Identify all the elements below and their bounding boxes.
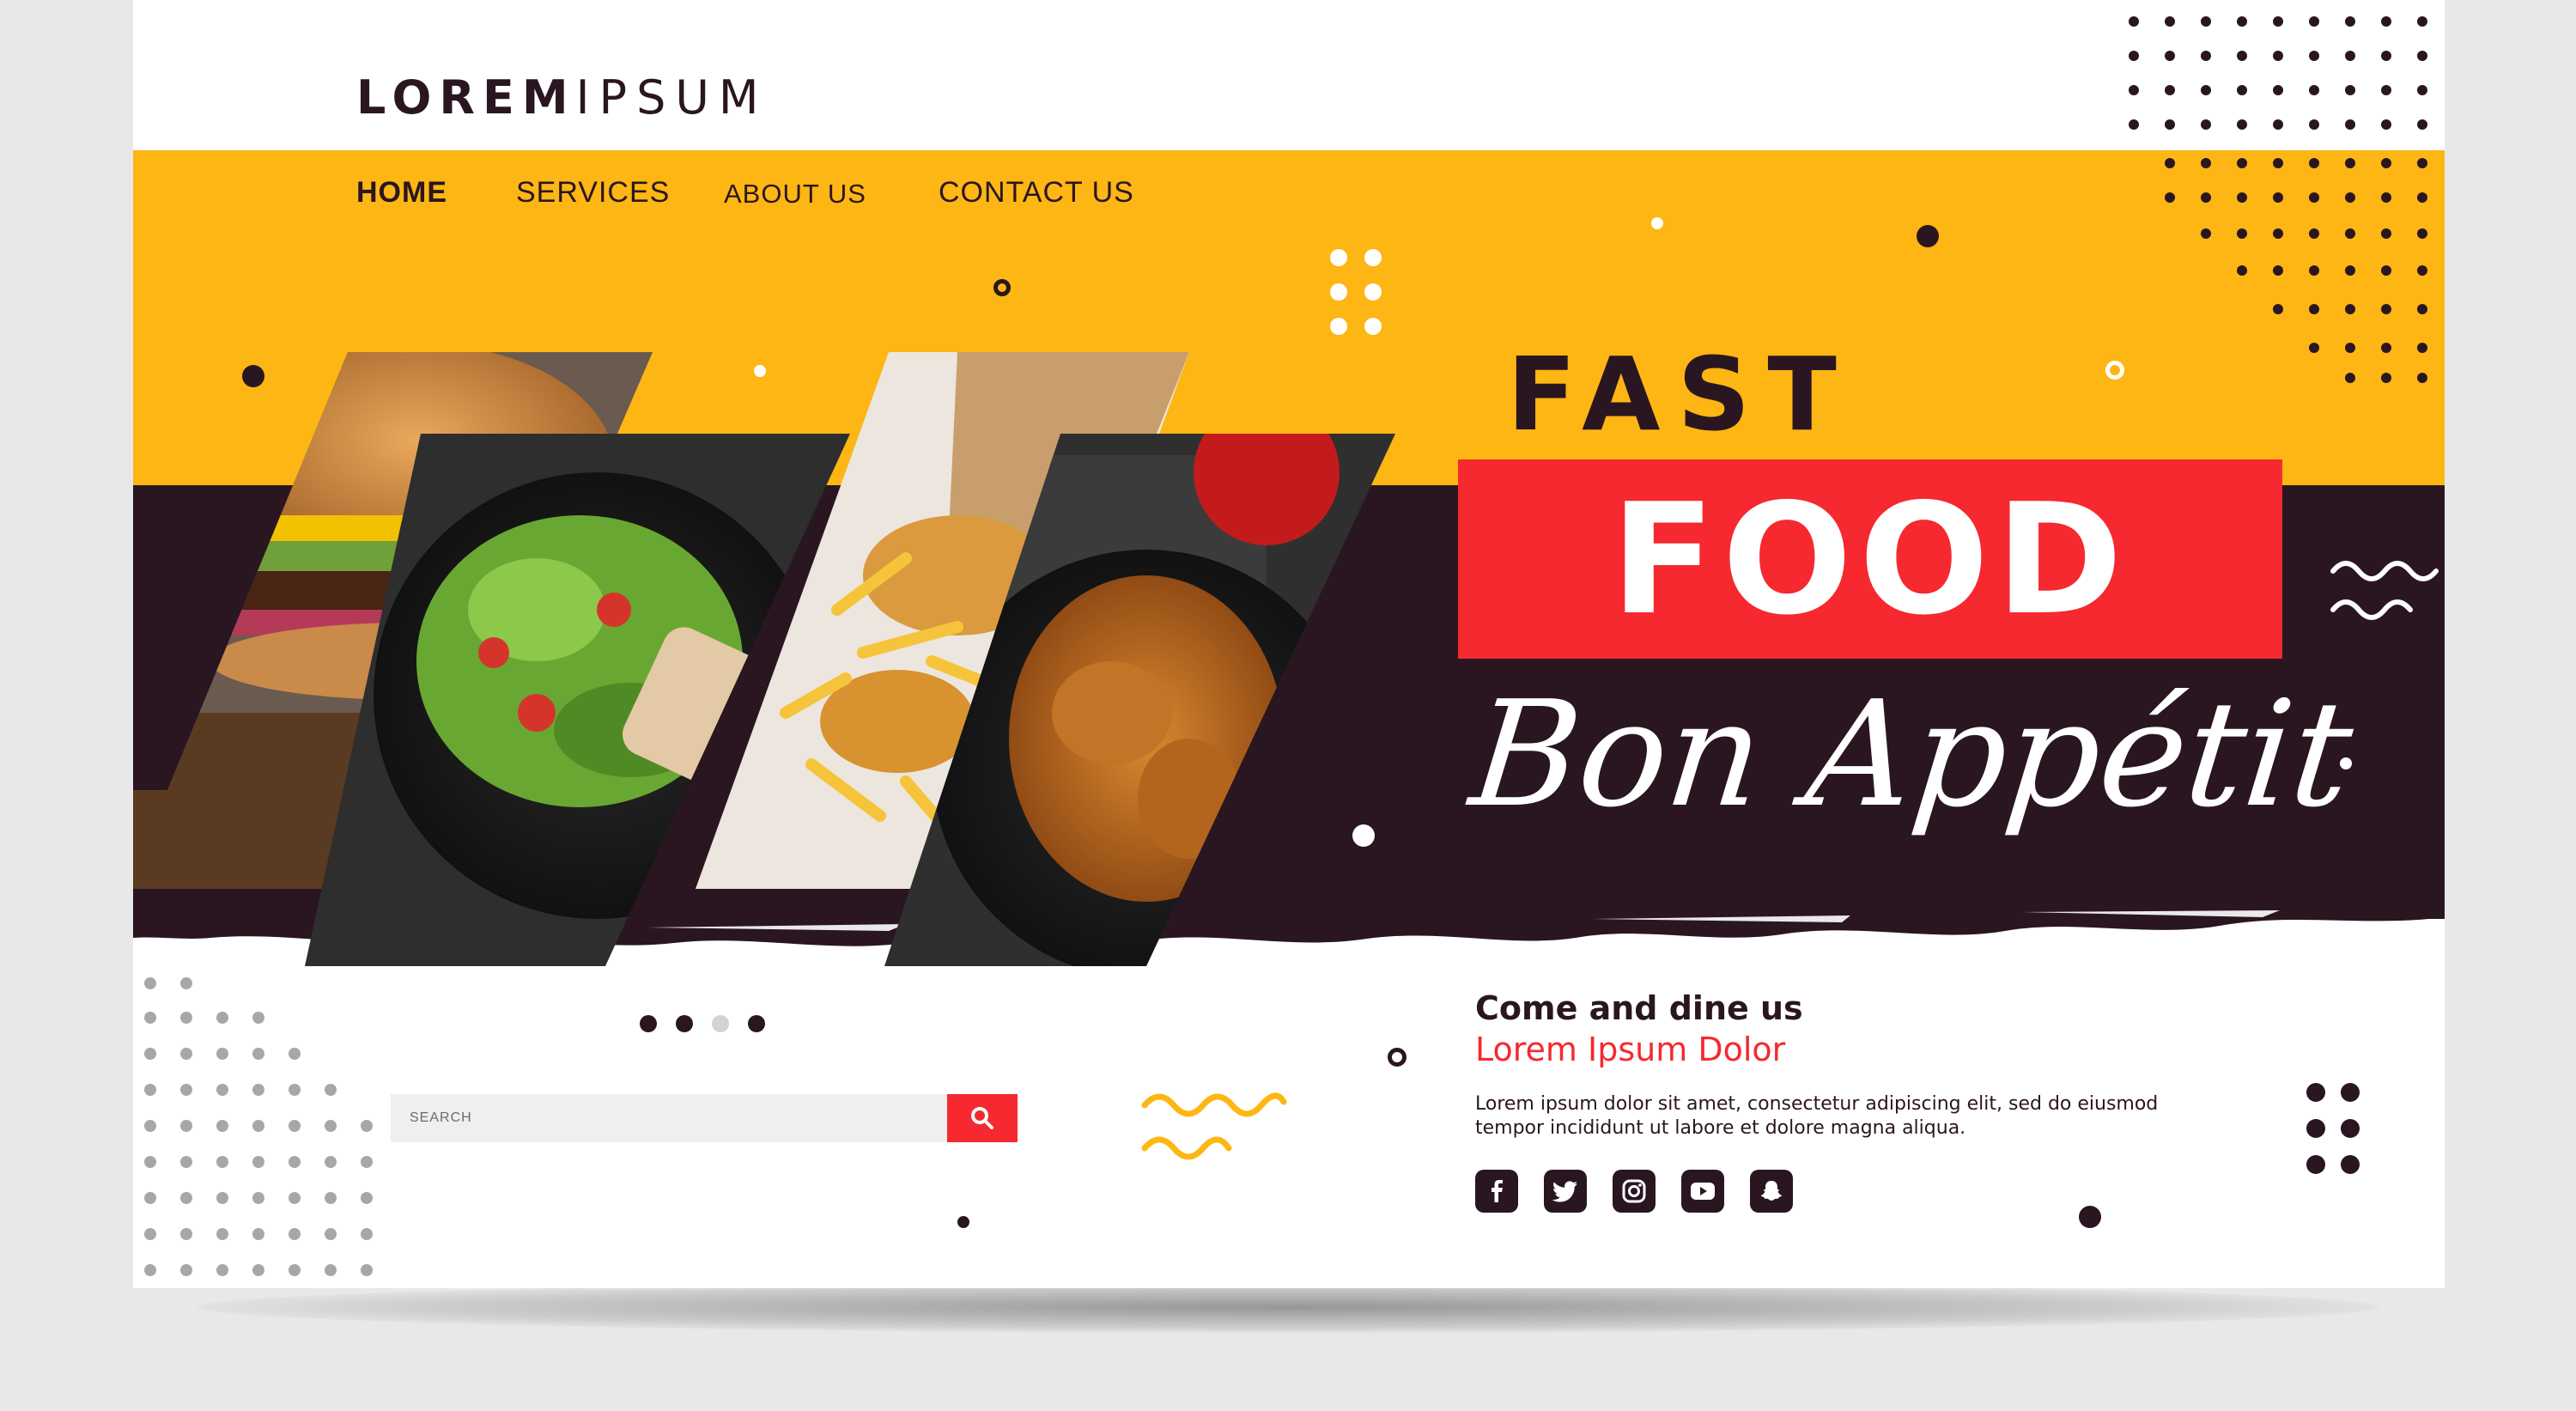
search-bar (391, 1094, 1018, 1142)
food-gallery (133, 352, 1395, 966)
brand-logo[interactable]: LOREMIPSUM (356, 70, 769, 125)
squiggle-white (2330, 561, 2439, 620)
decor-ring (2105, 361, 2124, 380)
info-heading: Come and dine us (1475, 989, 1803, 1027)
facebook-icon[interactable] (1475, 1170, 1518, 1213)
slider-pagination (640, 1015, 765, 1032)
decor-dot (957, 1216, 969, 1228)
dot-pattern-bottom-left (144, 977, 373, 1276)
snapchat-icon[interactable] (1750, 1170, 1793, 1213)
nav-home[interactable]: HOME (356, 176, 447, 210)
landing-page: LOREMIPSUM HOME SERVICES ABOUT US CONTAC… (133, 0, 2445, 1288)
decor-ring (1388, 1048, 1406, 1067)
search-icon (971, 1107, 993, 1129)
decor-ring (993, 279, 1011, 296)
hero-food: FOOD (1611, 470, 2129, 648)
nav-services[interactable]: SERVICES (516, 176, 670, 210)
squiggle-yellow (1141, 1092, 1287, 1160)
youtube-icon[interactable] (1681, 1170, 1724, 1213)
info-subheading: Lorem Ipsum Dolor (1475, 1031, 1786, 1068)
slider-dot[interactable] (748, 1015, 765, 1032)
search-input[interactable] (391, 1094, 947, 1142)
dot-cluster-dark (2306, 1083, 2360, 1174)
social-links (1475, 1170, 1793, 1213)
brand-logo-bold: LOREM (356, 70, 576, 125)
page-drop-shadow (197, 1281, 2379, 1333)
info-body: Lorem ipsum dolor sit amet, consectetur … (1475, 1093, 2159, 1139)
decor-dot (1917, 225, 1939, 247)
dot-pattern-top-right (2129, 16, 2427, 383)
hero-food-box: FOOD (1458, 459, 2282, 659)
nav-about-us[interactable]: ABOUT US (724, 179, 866, 210)
slider-dot[interactable] (640, 1015, 657, 1032)
slider-dot[interactable] (676, 1015, 693, 1032)
hero-script: Bon Appétit (1463, 670, 2360, 840)
decor-dot (1651, 217, 1663, 229)
twitter-icon[interactable] (1544, 1170, 1587, 1213)
decor-dot (1352, 824, 1375, 847)
search-button[interactable] (947, 1094, 1018, 1142)
hero-fast: FAST (1507, 335, 1854, 453)
decor-dot (2079, 1206, 2101, 1228)
slider-dot-active[interactable] (712, 1015, 729, 1032)
dot-cluster-white (1330, 249, 1382, 335)
decor-dot (754, 365, 766, 377)
nav-contact-us[interactable]: CONTACT US (939, 176, 1134, 210)
decor-dot (242, 365, 264, 387)
instagram-icon[interactable] (1613, 1170, 1656, 1213)
brand-logo-light: IPSUM (575, 70, 769, 125)
